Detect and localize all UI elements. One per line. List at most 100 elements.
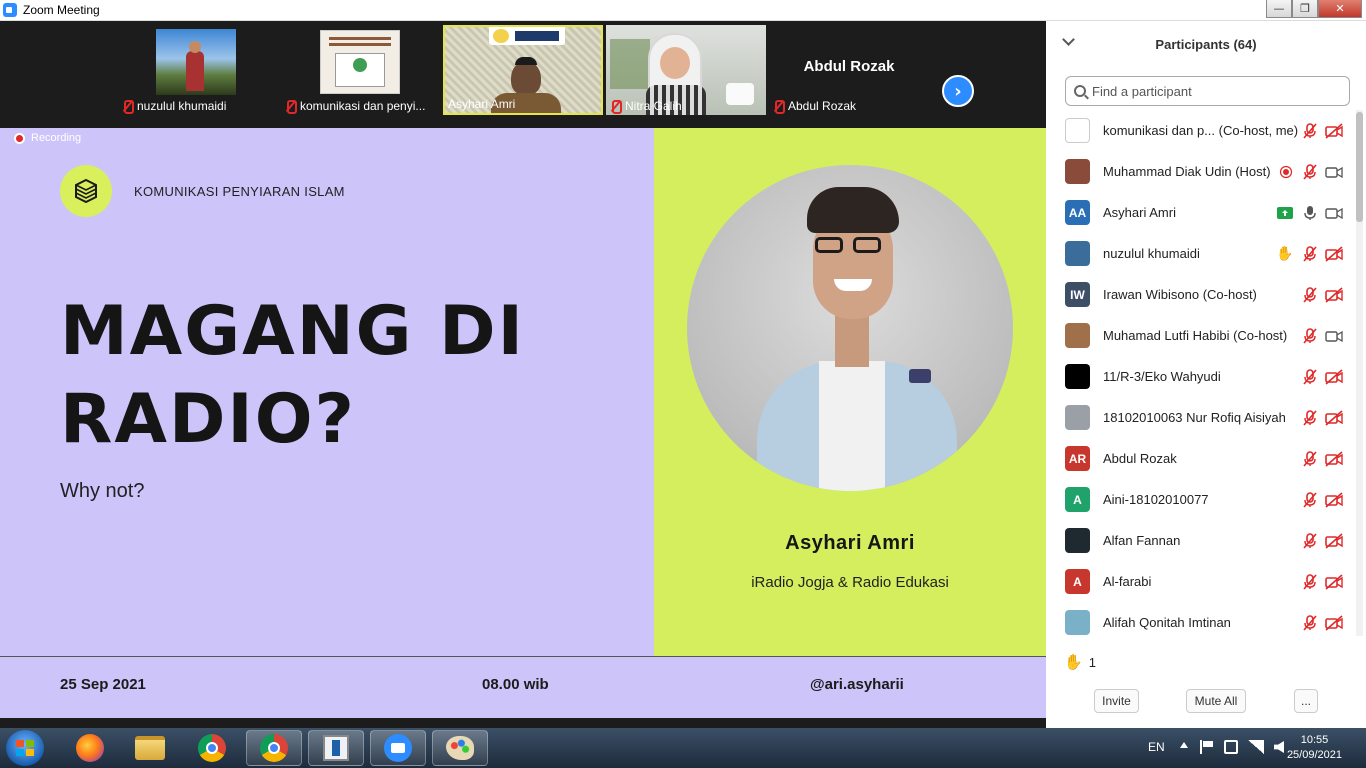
search-input[interactable] bbox=[1092, 83, 1332, 99]
participants-scrollbar[interactable] bbox=[1356, 110, 1363, 636]
camera-off-icon[interactable] bbox=[1325, 614, 1343, 632]
participant-avatar: AA bbox=[1065, 200, 1090, 225]
camera-off-icon[interactable] bbox=[1325, 573, 1343, 591]
close-button[interactable]: ✕ bbox=[1318, 0, 1362, 18]
video-tile-abdul[interactable]: Abdul Rozak Abdul Rozak bbox=[769, 25, 929, 115]
meeting-stage: ✋ nuzulul khumaidi komunikasi dan penyi.… bbox=[0, 21, 1046, 728]
mic-icon[interactable] bbox=[1301, 204, 1319, 222]
next-page-button[interactable]: › bbox=[942, 75, 974, 107]
camera-off-icon[interactable] bbox=[1325, 286, 1343, 304]
window-titlebar: Zoom Meeting — ❐ ✕ bbox=[0, 0, 1366, 21]
mute-all-button[interactable]: Mute All bbox=[1186, 689, 1246, 713]
search-icon bbox=[1074, 85, 1086, 97]
taskbar-chrome[interactable] bbox=[184, 730, 240, 766]
participant-row[interactable]: nuzulul khumaidi ✋ bbox=[1046, 233, 1356, 274]
participant-row[interactable]: 18102010063 Nur Rofiq Aisiyah bbox=[1046, 397, 1356, 438]
participant-row[interactable]: Muhammad Diak Udin (Host) bbox=[1046, 151, 1356, 192]
participants-header: Participants (64) bbox=[1046, 21, 1366, 67]
clock-time: 10:55 bbox=[1300, 734, 1329, 746]
video-tile-komunikasi[interactable]: komunikasi dan penyi... bbox=[281, 25, 441, 115]
recording-icon[interactable] bbox=[1277, 163, 1295, 181]
taskbar-presentation[interactable] bbox=[308, 730, 364, 766]
participant-row[interactable]: A Aini-18102010077 bbox=[1046, 479, 1356, 520]
participant-avatar bbox=[1065, 159, 1090, 184]
participant-avatar bbox=[1065, 323, 1090, 348]
participant-row[interactable]: Muhamad Lutfi Habibi (Co-host) bbox=[1046, 315, 1356, 356]
camera-icon[interactable] bbox=[1325, 204, 1343, 222]
power-icon[interactable] bbox=[1224, 740, 1238, 754]
participant-row[interactable]: AR Abdul Rozak bbox=[1046, 438, 1356, 479]
mic-muted-icon[interactable] bbox=[1301, 286, 1319, 304]
camera-off-icon[interactable] bbox=[1325, 532, 1343, 550]
tile-name: Nitra Galih bbox=[625, 99, 682, 113]
screen-share-icon bbox=[1276, 204, 1294, 222]
taskbar-explorer[interactable] bbox=[122, 730, 178, 766]
camera-off-icon[interactable] bbox=[1325, 491, 1343, 509]
presentation-app-icon bbox=[323, 735, 349, 761]
video-tile-asyhari[interactable]: Asyhari Amri bbox=[443, 25, 603, 115]
more-button[interactable]: ... bbox=[1294, 689, 1318, 713]
mic-muted-icon[interactable] bbox=[1301, 532, 1319, 550]
raised-hand-icon: ✋ bbox=[1064, 654, 1083, 671]
volume-icon[interactable] bbox=[1274, 741, 1284, 753]
camera-off-icon[interactable] bbox=[1325, 368, 1343, 386]
camera-off-icon[interactable] bbox=[1325, 409, 1343, 427]
mic-muted-icon[interactable] bbox=[1301, 163, 1319, 181]
participant-row[interactable]: 11/R-3/Eko Wahyudi bbox=[1046, 356, 1356, 397]
participant-avatar bbox=[1065, 241, 1090, 266]
video-strip: ✋ nuzulul khumaidi komunikasi dan penyi.… bbox=[0, 21, 1046, 128]
participant-row[interactable]: AA Asyhari Amri bbox=[1046, 192, 1356, 233]
taskbar-firefox[interactable] bbox=[62, 730, 118, 766]
camera-icon[interactable] bbox=[1325, 163, 1343, 181]
mic-muted-icon[interactable] bbox=[1301, 122, 1319, 140]
mic-muted-icon[interactable] bbox=[1301, 491, 1319, 509]
slide-subline: Why not? bbox=[60, 480, 145, 502]
language-indicator[interactable]: EN bbox=[1148, 740, 1165, 754]
participant-name: komunikasi dan p... (Co-host, me) bbox=[1103, 123, 1299, 138]
tile-name: komunikasi dan penyi... bbox=[300, 99, 426, 113]
mic-muted-icon[interactable] bbox=[1301, 368, 1319, 386]
taskbar-zoom[interactable] bbox=[370, 730, 426, 766]
participant-row[interactable]: Alfan Fannan bbox=[1046, 520, 1356, 561]
participant-row[interactable]: IW Irawan Wibisono (Co-host) bbox=[1046, 274, 1356, 315]
camera-off-icon[interactable] bbox=[1325, 122, 1343, 140]
camera-off-icon[interactable] bbox=[1325, 245, 1343, 263]
firefox-icon bbox=[76, 734, 104, 762]
camera-off-icon[interactable] bbox=[1325, 450, 1343, 468]
network-signal-icon[interactable] bbox=[1248, 740, 1264, 754]
scrollbar-thumb[interactable] bbox=[1356, 112, 1363, 222]
taskbar-paint[interactable] bbox=[432, 730, 488, 766]
invite-button[interactable]: Invite bbox=[1094, 689, 1139, 713]
video-tile-nitra[interactable]: Nitra Galih bbox=[606, 25, 766, 115]
camera-icon[interactable] bbox=[1325, 327, 1343, 345]
clock-date: 25/09/2021 bbox=[1286, 749, 1342, 761]
participant-row[interactable]: A Al-farabi bbox=[1046, 561, 1356, 602]
mic-muted-icon[interactable] bbox=[1301, 614, 1319, 632]
participants-actions: Invite Mute All ... bbox=[1046, 689, 1366, 715]
tile-label: Asyhari Amri bbox=[448, 96, 515, 112]
raised-hand-icon: ✋ bbox=[1276, 245, 1294, 262]
mic-muted-icon[interactable] bbox=[1301, 409, 1319, 427]
chevron-down-icon[interactable] bbox=[1062, 33, 1075, 46]
participant-avatar bbox=[1065, 364, 1090, 389]
minimize-button[interactable]: — bbox=[1266, 0, 1292, 18]
flag-icon[interactable] bbox=[1200, 740, 1214, 754]
system-clock[interactable]: 10:55 25/09/2021 bbox=[1287, 733, 1342, 763]
mic-muted-icon[interactable] bbox=[1301, 327, 1319, 345]
participant-search[interactable] bbox=[1065, 76, 1350, 106]
tile-name: Asyhari Amri bbox=[448, 97, 516, 111]
participant-name: 11/R-3/Eko Wahyudi bbox=[1103, 369, 1221, 384]
participant-row[interactable]: Alifah Qonitah Imtinan bbox=[1046, 602, 1356, 636]
mic-muted-icon[interactable] bbox=[1301, 245, 1319, 263]
tray-up-arrow-icon[interactable] bbox=[1180, 742, 1188, 748]
video-tile-nuzulul[interactable]: nuzulul khumaidi bbox=[118, 25, 278, 115]
participant-row[interactable]: komunikasi dan p... (Co-host, me) bbox=[1046, 110, 1356, 151]
participants-title: Participants (64) bbox=[1155, 36, 1257, 52]
restore-button[interactable]: ❐ bbox=[1292, 0, 1318, 18]
taskbar-chrome-open[interactable] bbox=[246, 730, 302, 766]
mic-muted-icon[interactable] bbox=[1301, 573, 1319, 591]
start-button[interactable] bbox=[6, 730, 44, 766]
org-name: KOMUNIKASI PENYIARAN ISLAM bbox=[134, 184, 345, 199]
mic-muted-icon[interactable] bbox=[1301, 450, 1319, 468]
cube-logo-icon bbox=[75, 178, 97, 204]
